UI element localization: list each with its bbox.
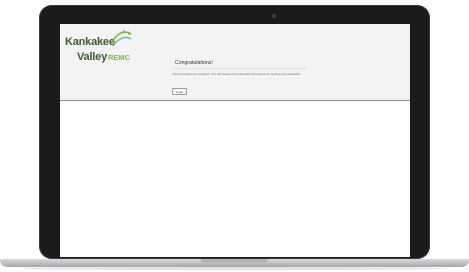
login-button[interactable]: Login	[172, 88, 187, 95]
laptop-base-notch	[201, 259, 268, 263]
camera-icon	[272, 14, 276, 18]
browser-screen: Kankakee ValleyREMC Congratulations! You…	[60, 24, 410, 257]
kankakee-valley-remc-logo[interactable]: Kankakee ValleyREMC	[65, 29, 135, 70]
confirmation-card: Congratulations! Your input letter to co…	[172, 54, 307, 95]
title-divider	[172, 68, 307, 69]
logo-text-valley-remc: ValleyREMC	[77, 47, 130, 65]
laptop-shadow	[20, 267, 449, 270]
page-header-area: Kankakee ValleyREMC Congratulations! You…	[60, 24, 410, 101]
logo-text-valley: Valley	[77, 51, 107, 63]
confirmation-title: Congratulations!	[175, 60, 213, 66]
logo-swoosh-icon	[110, 29, 132, 47]
confirmation-message: Your input letter to complete. You will …	[172, 72, 301, 76]
logo-text-remc: REMC	[108, 53, 131, 62]
laptop-base	[0, 259, 469, 267]
